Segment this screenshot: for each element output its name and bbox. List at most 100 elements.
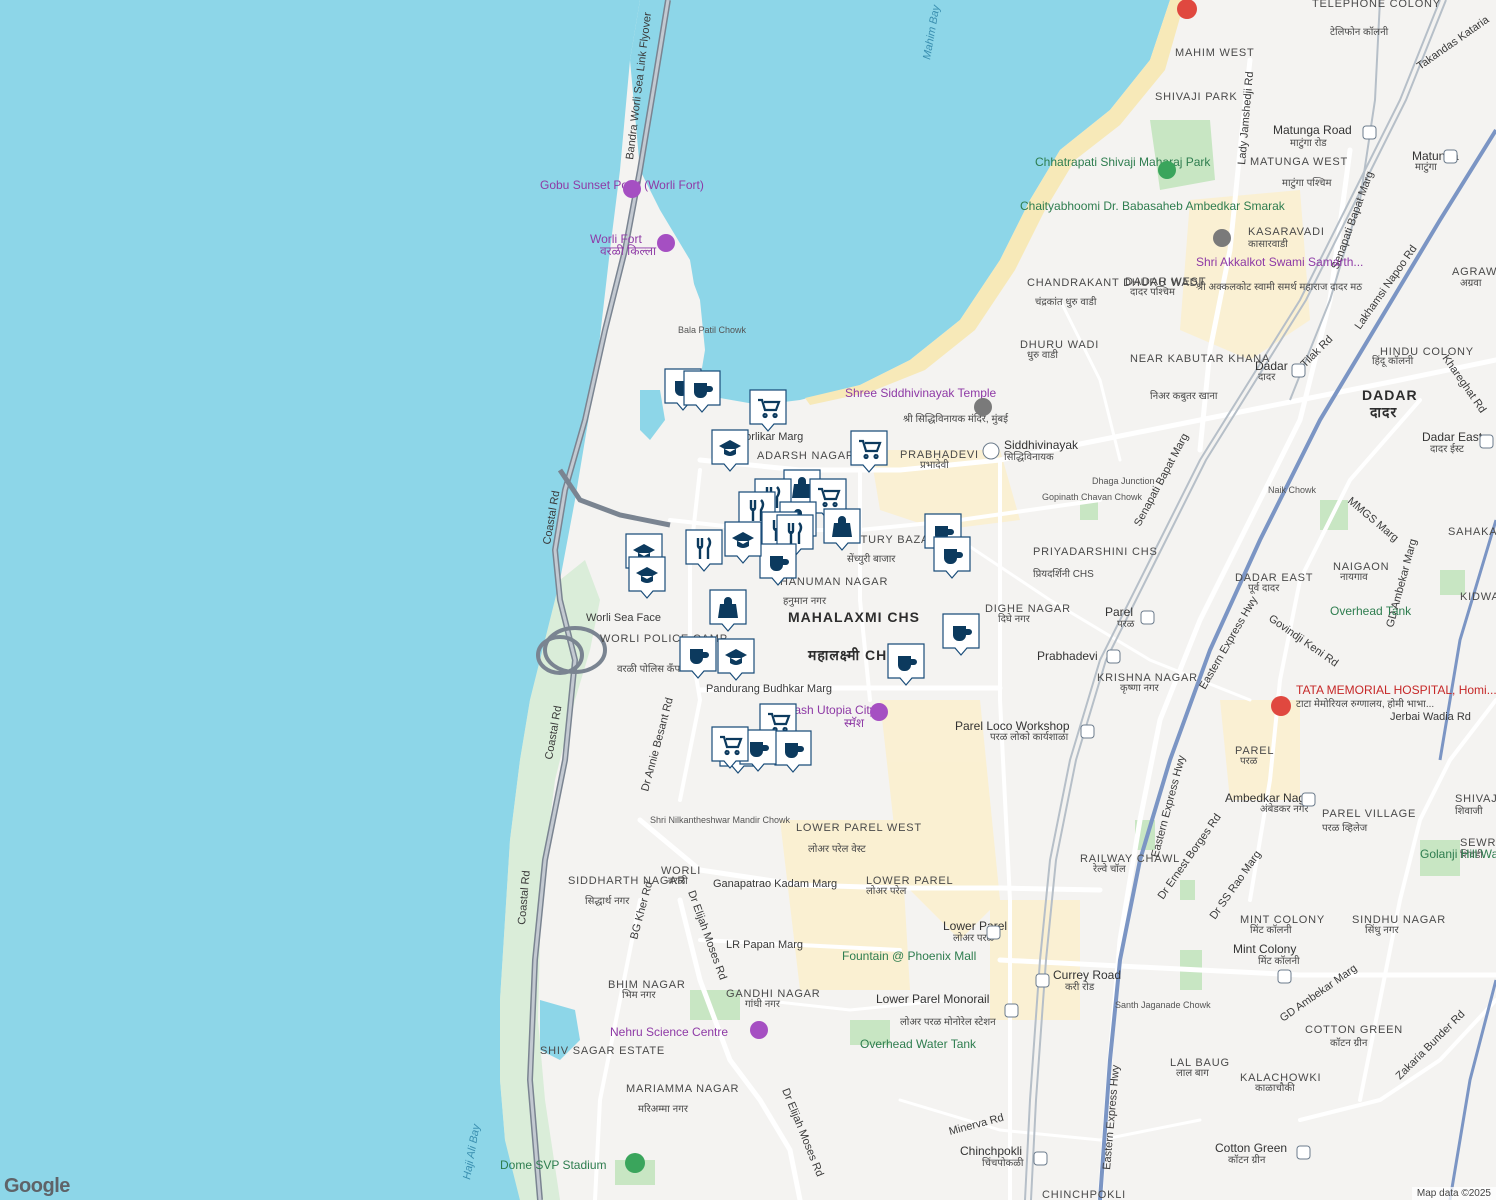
train-icon bbox=[1479, 434, 1494, 449]
train-icon bbox=[1106, 649, 1121, 664]
station-mint-colony-deva: मिंट कॉलनी bbox=[1258, 955, 1300, 967]
area-telephone-colony: TELEPHONE COLONY bbox=[1312, 0, 1441, 10]
station-lower-parel-monorail-deva: लोअर परळ मोनोरेल स्टेशन bbox=[900, 1016, 996, 1028]
hospital-icon bbox=[1271, 696, 1291, 716]
poi-golanji: Golanji Hill Water Reservoir bbox=[1420, 847, 1496, 861]
poi-dome-svp: Dome SVP Stadium bbox=[500, 1158, 607, 1172]
station-dadar-east: Dadar East bbox=[1422, 430, 1483, 444]
area-adarsh-nagar: ADARSH NAGAR bbox=[757, 450, 855, 462]
station-dadar: Dadar bbox=[1255, 359, 1288, 373]
train-icon bbox=[1362, 125, 1377, 140]
area-bhim-nagar-deva: भिम नगर bbox=[622, 989, 657, 1001]
area-kasaravadi: KASARAVADI bbox=[1248, 226, 1325, 238]
area-parel-village-deva: परळ व्हिलेज bbox=[1322, 822, 1368, 834]
fun-icon bbox=[870, 703, 888, 721]
area-agrawa-deva: अग्रवा bbox=[1460, 278, 1482, 289]
poi-smaaash-deva: स्मॅश bbox=[844, 716, 865, 730]
train-icon bbox=[1296, 1145, 1311, 1160]
train-icon bbox=[1277, 969, 1292, 984]
station-chinchpokli-deva: चिंचपोकळी bbox=[982, 1157, 1024, 1169]
train-icon bbox=[1004, 1003, 1019, 1018]
station-dadar-east-deva: दादर ईस्ट bbox=[1430, 443, 1465, 455]
park-icon bbox=[1158, 161, 1176, 179]
area-near-kabutar: NEAR KABUTAR KHANA bbox=[1130, 353, 1270, 365]
station-currey-road: Currey Road bbox=[1053, 968, 1121, 982]
area-dadar-west-deva: दादर पश्चिम bbox=[1130, 286, 1176, 298]
area-matunga-west: MATUNGA WEST bbox=[1250, 156, 1348, 168]
road-label-jerbai: Jerbai Wadia Rd bbox=[1390, 711, 1471, 723]
train-icon bbox=[986, 925, 1001, 940]
poi-akkalkot-deva: श्री अक्कलकोट स्वामी समर्थ महाराज दादर म… bbox=[1196, 281, 1362, 293]
station-parel: Parel bbox=[1105, 605, 1133, 619]
area-dadar-east-deva: पूर्व दादर bbox=[1248, 582, 1280, 594]
poi-tata-memorial-deva: टाटा मेमोरियल रुग्णालय, होमी भाभा... bbox=[1296, 698, 1434, 710]
station-lower-parel-monorail: Lower Parel Monorail bbox=[876, 992, 989, 1006]
area-shivaji-right-deva: शिवाजी bbox=[1455, 805, 1483, 817]
station-mint-colony: Mint Colony bbox=[1233, 942, 1296, 956]
road-label-pandurang: Pandurang Budhkar Marg bbox=[706, 683, 832, 695]
area-hanuman-nagar-deva: हनुमान नगर bbox=[783, 596, 827, 607]
area-dhuru-wadi-deva: धुरु वाडी bbox=[1027, 349, 1058, 361]
area-shivaji-park: SHIVAJI PARK bbox=[1155, 91, 1238, 103]
area-kalachowki-deva: काळाचौकी bbox=[1255, 1082, 1295, 1094]
station-siddhivinayak: Siddhivinayak bbox=[1004, 438, 1079, 452]
poi-akkalkot: Shri Akkalkot Swami Samarth... bbox=[1196, 255, 1363, 269]
poi-bala-patil: Bala Patil Chowk bbox=[678, 325, 747, 335]
map-canvas[interactable]: Mahim Bay Haji Ali Bay Bandra Worli Sea … bbox=[0, 0, 1496, 1200]
area-railway-chawl-deva: रेल्वे चॉल bbox=[1092, 863, 1126, 875]
area-shiv-sagar: SHIV SAGAR ESTATE bbox=[540, 1045, 665, 1057]
station-parel-loco-deva: परळ लोको कार्यशाळा bbox=[990, 731, 1069, 743]
station-prabhadevi: Prabhadevi bbox=[1037, 649, 1098, 663]
temple-icon bbox=[974, 398, 992, 416]
station-currey-road-deva: करी रोड bbox=[1065, 981, 1095, 993]
area-priyadarshini: PRIYADARSHINI CHS bbox=[1033, 546, 1158, 558]
station-matunga-road: Matunga Road bbox=[1273, 123, 1352, 137]
area-dadar: DADAR bbox=[1362, 387, 1418, 403]
area-kidwa: KIDWA bbox=[1460, 591, 1496, 603]
station-chinchpokli: Chinchpokli bbox=[960, 1144, 1022, 1158]
area-near-kabutar-deva: निअर कबुतर खाना bbox=[1150, 390, 1218, 402]
google-logo: Google bbox=[4, 1175, 70, 1197]
area-worli-police-camp-deva: वरळी पोलिस कॅंप bbox=[617, 663, 680, 675]
poi-overhead-water: Overhead Water Tank bbox=[860, 1037, 977, 1051]
area-chinchpokli: CHINCHPOKLI bbox=[1042, 1189, 1126, 1200]
poi-gopinath: Gopinath Chavan Chowk bbox=[1042, 492, 1143, 502]
camera-icon bbox=[623, 180, 641, 198]
area-siddharth-nagar-deva: सिद्धार्थ नगर bbox=[585, 895, 630, 907]
train-icon bbox=[1080, 724, 1095, 739]
poi-nehru-science: Nehru Science Centre bbox=[610, 1025, 728, 1039]
area-hindu-colony-deva: हिंदू कॉलनी bbox=[1372, 355, 1414, 367]
area-century-bazaar-deva: सेंच्युरी बाजार bbox=[847, 553, 896, 565]
train-icon bbox=[1033, 1151, 1048, 1166]
station-matunga-deva: माटुंगा bbox=[1415, 161, 1437, 173]
area-mahalaxmi: MAHALAXMI CHS bbox=[788, 609, 920, 625]
poi-dhaga: Dhaga Junction bbox=[1092, 476, 1155, 486]
poi-tata-memorial: TATA MEMORIAL HOSPITAL, Homi... bbox=[1296, 683, 1496, 697]
area-shivaji-right: SHIVAJI bbox=[1455, 793, 1496, 805]
area-lower-parel-west-deva: लोअर परेल वेस्ट bbox=[808, 843, 867, 855]
area-agrawa: AGRAWA bbox=[1452, 266, 1496, 278]
area-dighe-nagar-deva: दिघे नगर bbox=[998, 613, 1031, 625]
poi-overhead-tank: Overhead Tank bbox=[1330, 604, 1412, 618]
train-icon bbox=[1301, 792, 1316, 807]
poi-fountain-phoenix: Fountain @ Phoenix Mall bbox=[842, 949, 976, 963]
area-prabhadevi-deva: प्रभादेवी bbox=[920, 459, 949, 471]
area-parel-village: PAREL VILLAGE bbox=[1322, 808, 1416, 820]
station-parel-loco: Parel Loco Workshop bbox=[955, 719, 1070, 733]
area-chandrakant-deva: चंद्रकांत धुरु वाडी bbox=[1035, 296, 1097, 308]
area-worli-deva: वरळी bbox=[668, 875, 688, 887]
area-gandhi-nagar-deva: गांधी नगर bbox=[745, 998, 781, 1010]
area-priyadarshini-deva: प्रियदर्शिनी CHS bbox=[1033, 568, 1094, 580]
area-lower-parel-deva: लोअर परेल bbox=[866, 885, 907, 897]
camera-icon bbox=[657, 234, 675, 252]
station-cotton-green: Cotton Green bbox=[1215, 1141, 1287, 1155]
road-label-lr-papan: LR Papan Marg bbox=[726, 939, 803, 951]
poi-shivaji-park: Chhatrapati Shivaji Maharaj Park bbox=[1035, 155, 1211, 169]
road-label-worli-seaface: Worli Sea Face bbox=[586, 612, 661, 624]
area-mahalaxmi-deva: महालक्ष्मी CHS bbox=[807, 647, 898, 663]
poi-siddhivinayak-temple-deva: श्री सिद्धिविनायक मंदिर, मुंबई bbox=[903, 413, 1009, 425]
train-icon bbox=[1291, 363, 1306, 378]
train-icon bbox=[1443, 149, 1458, 164]
station-siddhivinayak-deva: सिद्धिविनायक bbox=[1004, 451, 1054, 463]
map-attribution[interactable]: Map data ©2025 bbox=[1411, 1187, 1496, 1200]
